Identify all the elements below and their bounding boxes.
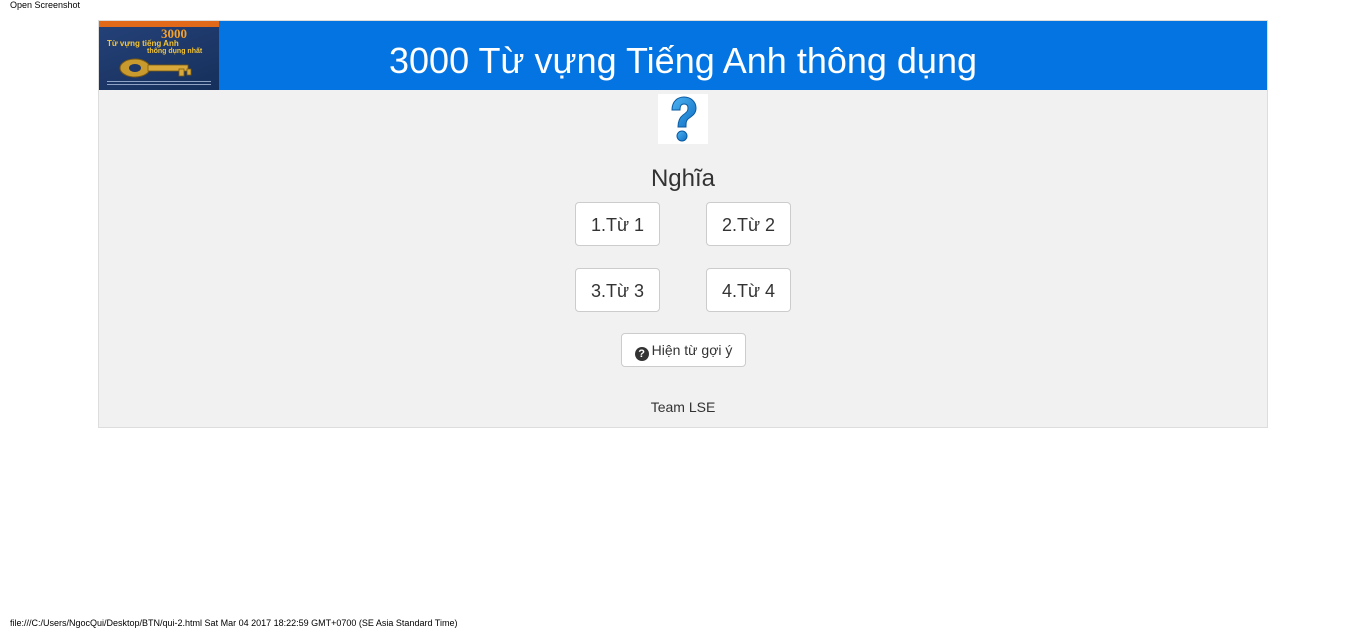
book-cover-line2: thông dụng nhất — [147, 48, 203, 55]
question-circle-icon: ? — [634, 347, 649, 361]
page-title: 3000 Từ vựng Tiếng Anh thông dụng — [389, 40, 977, 81]
book-cover-line1: Từ vựng tiếng Anh — [107, 39, 179, 48]
answer-button-3[interactable]: 3.Từ 3 — [575, 268, 660, 312]
banner: 3000 Từ vựng tiếng Anh thông dụng nhất 3… — [99, 21, 1267, 90]
show-hint-label: Hiện từ gợi ý — [651, 342, 733, 358]
key-icon — [119, 58, 192, 78]
meaning-label: Nghĩa — [650, 165, 716, 192]
print-footer: file:///C:/Users/NgocQui/Desktop/BTN/qui… — [10, 618, 458, 628]
print-header: Open Screenshot — [10, 0, 81, 10]
answer-button-4[interactable]: 4.Từ 4 — [706, 268, 791, 312]
show-hint-button[interactable]: ? Hiện từ gợi ý — [621, 333, 746, 367]
book-cover-strip — [99, 21, 219, 27]
quiz-page: 3000 Từ vựng tiếng Anh thông dụng nhất 3… — [98, 20, 1268, 428]
book-cover-fineprint — [107, 81, 211, 82]
answer-button-1[interactable]: 1.Từ 1 — [575, 202, 660, 246]
question-mark-icon — [658, 94, 708, 144]
team-credit: Team LSE — [650, 399, 716, 415]
book-cover-image: 3000 Từ vựng tiếng Anh thông dụng nhất — [99, 21, 219, 90]
answer-button-2[interactable]: 2.Từ 2 — [706, 202, 791, 246]
